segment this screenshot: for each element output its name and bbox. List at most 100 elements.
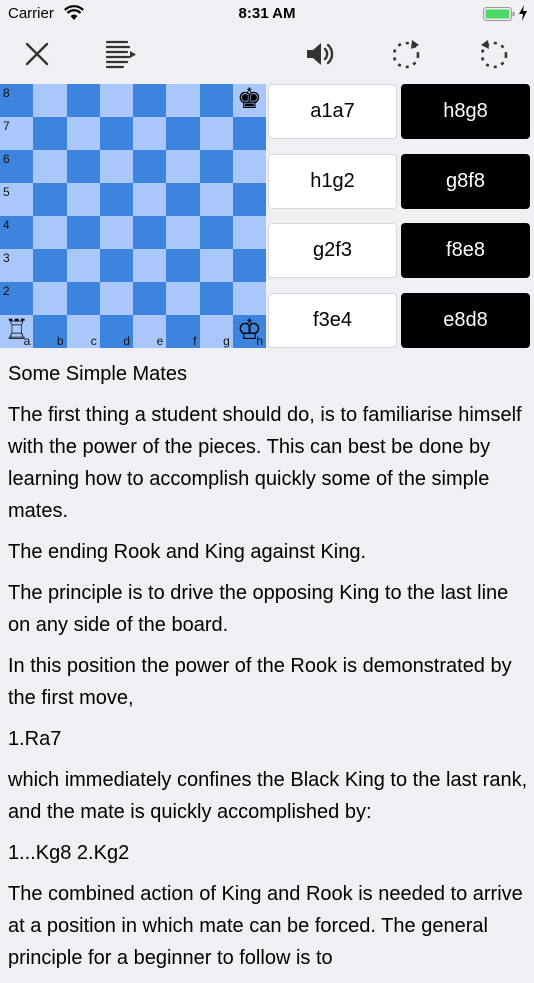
move-white-4[interactable]: f3e4	[268, 293, 397, 348]
board-square[interactable]: ♚	[232, 82, 266, 117]
board-square[interactable]	[166, 117, 200, 150]
black-king-piece[interactable]: ♚	[233, 82, 266, 116]
board-square[interactable]	[133, 117, 167, 150]
board-square[interactable]: 2	[0, 282, 34, 315]
board-square[interactable]: h ♔	[232, 313, 266, 348]
board-square[interactable]	[33, 150, 67, 183]
speaker-icon	[307, 43, 334, 65]
board-square[interactable]	[166, 249, 200, 282]
board-square[interactable]	[199, 216, 233, 249]
board-square[interactable]	[99, 84, 133, 117]
move-black-2[interactable]: g8f8	[401, 154, 530, 209]
clock: 8:31 AM	[238, 5, 296, 22]
battery-icon	[483, 7, 515, 21]
board-square[interactable]	[66, 216, 100, 249]
rank-label: 3	[3, 251, 10, 265]
move-black-1[interactable]: h8g8	[401, 84, 530, 139]
board-square[interactable]: 7	[0, 117, 34, 150]
white-king-piece[interactable]: ♔	[233, 313, 266, 347]
board-square[interactable]	[33, 216, 67, 249]
chess-board[interactable]: 8 ♚ 7 6 5 4 3 2 a ♖ b c d e f g h ♔	[0, 82, 266, 348]
lesson-paragraph: The ending Rook and King against King.	[8, 541, 367, 563]
white-rook-piece[interactable]: ♖	[0, 313, 33, 347]
board-square[interactable]: 4	[0, 216, 34, 249]
redo-button[interactable]	[388, 36, 424, 72]
move-black-3[interactable]: f8e8	[401, 223, 530, 278]
board-square[interactable]	[33, 183, 67, 216]
lesson-paragraph: The combined action of King and Rook is …	[8, 883, 523, 969]
board-square[interactable]	[232, 249, 266, 282]
board-square[interactable]	[232, 216, 266, 249]
rank-label: 4	[3, 218, 10, 232]
board-square[interactable]	[133, 84, 167, 117]
board-square[interactable]	[133, 183, 167, 216]
board-square[interactable]	[133, 150, 167, 183]
board-square[interactable]	[133, 249, 167, 282]
board-square[interactable]	[199, 282, 233, 315]
file-label: f	[193, 334, 197, 348]
board-square[interactable]	[232, 282, 266, 315]
board-square[interactable]	[166, 150, 200, 183]
board-square[interactable]	[133, 216, 167, 249]
lesson-paragraph: In this position the power of the Rook i…	[8, 655, 512, 709]
board-square[interactable]	[33, 117, 67, 150]
board-square[interactable]	[99, 282, 133, 315]
undo-button[interactable]	[476, 36, 512, 72]
board-square[interactable]	[33, 249, 67, 282]
move-white-1[interactable]: a1a7	[268, 84, 397, 139]
board-square[interactable]	[199, 117, 233, 150]
board-square[interactable]: 5	[0, 183, 34, 216]
board-square[interactable]: e	[133, 315, 167, 348]
file-label: e	[156, 334, 164, 348]
board-square[interactable]	[166, 183, 200, 216]
board-square[interactable]	[66, 282, 100, 315]
board-square[interactable]	[232, 150, 266, 183]
board-square[interactable]	[66, 117, 100, 150]
file-label: c	[90, 334, 97, 348]
board-square[interactable]	[199, 183, 233, 216]
sound-button[interactable]	[302, 36, 338, 72]
rank-label: 5	[3, 185, 10, 199]
board-square[interactable]	[166, 216, 200, 249]
move-black-4[interactable]: e8d8	[401, 293, 530, 348]
board-square[interactable]	[166, 282, 200, 315]
board-square[interactable]	[199, 249, 233, 282]
board-square[interactable]: b	[33, 315, 67, 348]
board-square[interactable]	[66, 84, 100, 117]
board-square[interactable]	[99, 150, 133, 183]
board-square[interactable]: 3	[0, 249, 34, 282]
board-square[interactable]	[99, 216, 133, 249]
close-button[interactable]	[19, 36, 55, 72]
board-square[interactable]	[33, 84, 67, 117]
board-square[interactable]: 6	[0, 150, 34, 183]
board-square[interactable]	[166, 84, 200, 117]
lesson-paragraph: which immediately confines the Black Kin…	[8, 769, 528, 823]
board-square[interactable]: d	[99, 315, 133, 348]
move-white-3[interactable]: g2f3	[268, 223, 397, 278]
file-label: b	[56, 334, 64, 348]
move-white-2[interactable]: h1g2	[268, 154, 397, 209]
board-square[interactable]: c	[66, 315, 100, 348]
rank-label: 8	[3, 86, 10, 100]
board-square[interactable]: 8	[0, 84, 34, 117]
board-square[interactable]	[232, 183, 266, 216]
move-list-button[interactable]	[103, 36, 139, 72]
board-square[interactable]: a ♖	[0, 313, 34, 348]
board-square[interactable]: f	[166, 315, 200, 348]
charging-bolt-icon	[519, 5, 527, 21]
rank-label: 2	[3, 284, 10, 298]
board-square[interactable]	[99, 183, 133, 216]
board-square[interactable]	[99, 117, 133, 150]
board-square[interactable]	[66, 249, 100, 282]
board-square[interactable]	[99, 249, 133, 282]
board-square[interactable]	[66, 150, 100, 183]
board-square[interactable]	[199, 84, 233, 117]
board-square[interactable]	[199, 150, 233, 183]
lesson-move: 1...Kg8 2.Kg2	[8, 842, 130, 864]
board-square[interactable]	[232, 117, 266, 150]
board-square[interactable]	[33, 282, 67, 315]
board-square[interactable]	[133, 282, 167, 315]
board-square[interactable]: g	[199, 315, 233, 348]
board-square[interactable]	[66, 183, 100, 216]
lesson-title: Some Simple Mates	[8, 363, 187, 385]
